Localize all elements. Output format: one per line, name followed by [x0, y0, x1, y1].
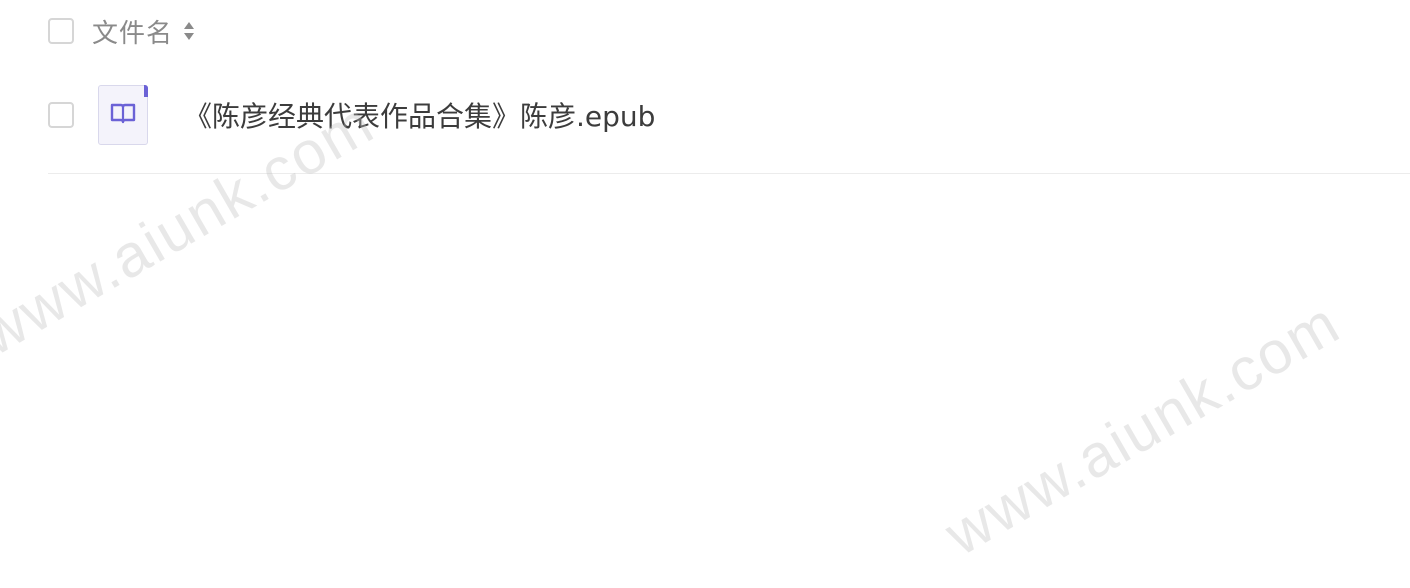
- column-header-filename[interactable]: 文件名: [92, 13, 173, 50]
- file-thumbnail[interactable]: [98, 84, 148, 145]
- thumbnail-corner-accent: [144, 84, 148, 97]
- select-all-checkbox[interactable]: [48, 18, 74, 44]
- sort-updown-icon[interactable]: [183, 18, 195, 44]
- watermark-text: www.aiunk.com: [934, 288, 1351, 569]
- file-name[interactable]: 《陈彦经典代表作品合集》陈彦.epub: [184, 95, 655, 135]
- file-list: 文件名 《陈彦经典代表作品合集》陈彦.epub: [48, 0, 1410, 174]
- table-row[interactable]: 《陈彦经典代表作品合集》陈彦.epub: [48, 62, 1410, 174]
- table-header: 文件名: [48, 0, 1410, 62]
- row-checkbox[interactable]: [48, 101, 74, 128]
- book-icon: [109, 101, 137, 129]
